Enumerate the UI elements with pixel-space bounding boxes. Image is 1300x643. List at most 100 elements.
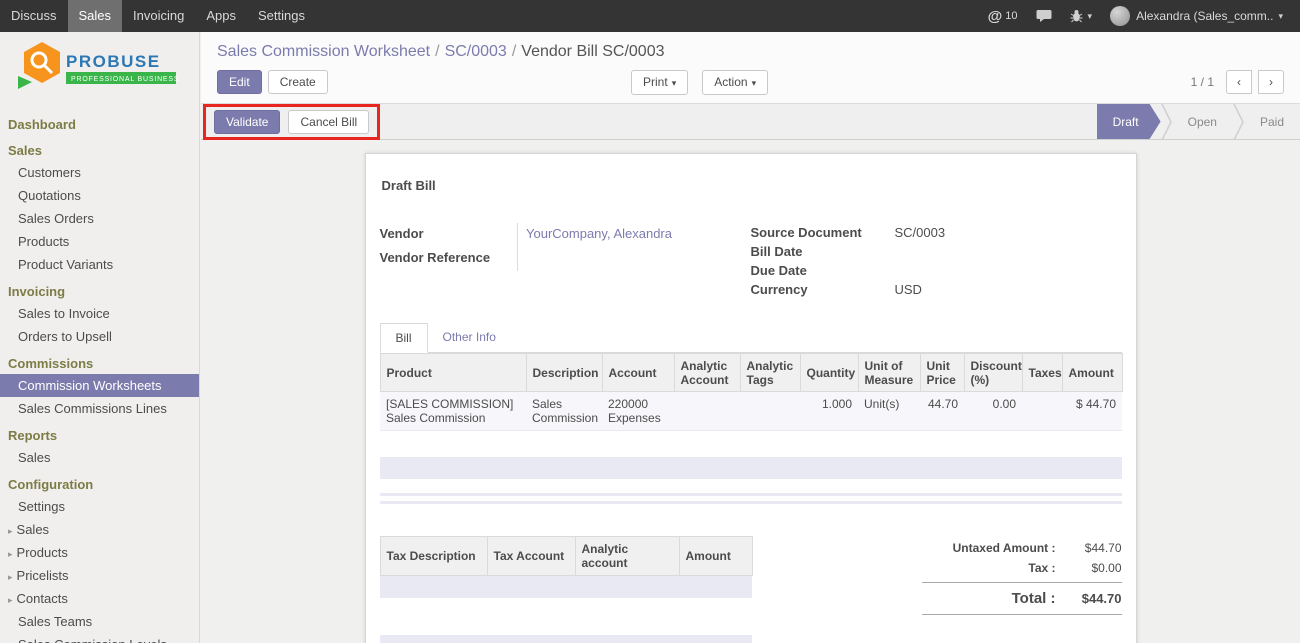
tab-other-info[interactable]: Other Info [428, 323, 511, 352]
sidebar-heading-dashboard[interactable]: Dashboard [0, 109, 199, 135]
totals-divider [922, 614, 1122, 615]
col-unit-of-measure: Unit of Measure [858, 354, 920, 392]
breadcrumb-separator: / [512, 43, 516, 60]
annotation-highlight-box: Validate Cancel Bill [203, 104, 380, 140]
sidebar-item-contacts[interactable]: ▸Contacts [0, 587, 199, 610]
create-button[interactable]: Create [268, 70, 328, 94]
due-date-label: Due Date [751, 261, 895, 280]
pager: 1 / 1 ‹ › [1191, 70, 1284, 94]
cell-unit-price: 44.70 [920, 392, 964, 431]
mention-count: 10 [1005, 10, 1017, 22]
chevron-down-icon: ▾ [1278, 11, 1283, 22]
debug-menu[interactable]: ▾ [1061, 0, 1102, 32]
edit-button[interactable]: Edit [217, 70, 262, 94]
print-dropdown[interactable]: Print ▾ [631, 70, 688, 95]
sidebar-heading-sales[interactable]: Sales [0, 135, 199, 161]
status-draft[interactable]: Draft [1097, 104, 1161, 139]
sidebar-item-sales-teams[interactable]: Sales Teams [0, 610, 199, 633]
col-unit-price: Unit Price [920, 354, 964, 392]
col-quantity: Quantity [800, 354, 858, 392]
currency-label: Currency [751, 280, 895, 299]
sidebar-item-settings[interactable]: Settings [0, 495, 199, 518]
cell-analytic-account [674, 392, 740, 431]
sidebar-item-orders-to-upsell[interactable]: Orders to Upsell [0, 325, 199, 348]
mention-counter[interactable]: @ 10 [979, 0, 1027, 32]
untaxed-amount-value: $44.70 [1056, 541, 1122, 555]
pager-next-button[interactable]: › [1258, 70, 1284, 94]
pager-count: 1 / 1 [1191, 75, 1214, 89]
cell-uom: Unit(s) [858, 392, 920, 431]
breadcrumb-current: Vendor Bill SC/0003 [521, 43, 664, 60]
main-area: Sales Commission Worksheet / SC/0003 / Vendo… [201, 32, 1300, 643]
sidebar-item-quotations[interactable]: Quotations [0, 184, 199, 207]
cancel-bill-button[interactable]: Cancel Bill [288, 110, 369, 134]
chevron-down-icon: ▾ [672, 78, 677, 88]
col-tax-description: Tax Description [380, 537, 487, 576]
nav-menu-sales[interactable]: Sales [68, 0, 123, 32]
chevron-down-icon: ▾ [1088, 11, 1093, 22]
sidebar-heading-invoicing[interactable]: Invoicing [0, 276, 199, 302]
company-logo[interactable]: PROBUSE PROFESSIONAL BUSINESS [0, 32, 199, 109]
tax-label: Tax : [1028, 561, 1055, 575]
sidebar-heading-commissions[interactable]: Commissions [0, 348, 199, 374]
form-view: Draft Bill Vendor YourCompany, Alexandra… [201, 140, 1300, 643]
tax-and-totals: Tax Description Tax Account Analytic acc… [380, 536, 1122, 619]
pager-prev-button[interactable]: ‹ [1226, 70, 1252, 94]
currency-value: USD [895, 280, 1122, 299]
sidebar-item-product-variants[interactable]: Product Variants [0, 253, 199, 276]
status-open[interactable]: Open [1172, 104, 1233, 139]
nav-menu-apps[interactable]: Apps [195, 0, 247, 32]
sidebar-item-commission-worksheets[interactable]: Commission Worksheets [0, 374, 199, 397]
user-menu[interactable]: Alexandra (Sales_comm.. ▾ [1101, 0, 1292, 32]
col-discount: Discount (%) [964, 354, 1022, 392]
tax-table: Tax Description Tax Account Analytic acc… [380, 536, 753, 576]
sidebar-item-config-products[interactable]: ▸Products [0, 541, 199, 564]
status-paid[interactable]: Paid [1244, 104, 1300, 139]
bill-date-value [895, 242, 1122, 261]
vendor-value[interactable]: YourCompany, Alexandra [518, 223, 751, 247]
cell-taxes [1022, 392, 1062, 431]
action-dropdown[interactable]: Action▾ [702, 70, 768, 95]
sidebar-item-customers[interactable]: Customers [0, 161, 199, 184]
messages-icon[interactable] [1027, 0, 1061, 32]
caret-right-icon: ▸ [8, 526, 13, 536]
table-header-row: Product Description Account Analytic Acc… [380, 354, 1122, 392]
sidebar-item-pricelists[interactable]: ▸Pricelists [0, 564, 199, 587]
breadcrumb-separator: / [435, 43, 439, 60]
tax-table-block: Tax Description Tax Account Analytic acc… [380, 536, 752, 598]
sidebar-item-config-sales[interactable]: ▸ Sales [0, 518, 199, 541]
user-name: Alexandra (Sales_comm.. [1136, 9, 1273, 23]
sidebar-item-sales-commission-levels[interactable]: Sales Commission Levels [0, 633, 199, 643]
sidebar-item-label: Sales [17, 522, 50, 537]
nav-menu-discuss[interactable]: Discuss [0, 0, 68, 32]
tab-bill[interactable]: Bill [380, 323, 428, 353]
source-document-label: Source Document [751, 223, 895, 242]
sidebar-heading-configuration[interactable]: Configuration [0, 469, 199, 495]
invoice-lines-table: Product Description Account Analytic Acc… [380, 353, 1123, 431]
nav-menu-invoicing[interactable]: Invoicing [122, 0, 195, 32]
sidebar-item-sales-to-invoice[interactable]: Sales to Invoice [0, 302, 199, 325]
sidebar-item-reports-sales[interactable]: Sales [0, 446, 199, 469]
caret-right-icon: ▸ [8, 549, 13, 559]
topbar-right: @ 10 ▾ Alexandra (Sales_comm.. ▾ [979, 0, 1300, 32]
sidebar-item-sales-orders[interactable]: Sales Orders [0, 207, 199, 230]
table-row[interactable]: [SALES COMMISSION] Sales Commission Sale… [380, 392, 1122, 431]
cell-analytic-tags [740, 392, 800, 431]
chat-bubble-icon [1036, 9, 1052, 23]
breadcrumb-sc0003-link[interactable]: SC/0003 [445, 43, 507, 60]
breadcrumb-worksheet-link[interactable]: Sales Commission Worksheet [217, 43, 430, 60]
nav-menu-settings[interactable]: Settings [247, 0, 316, 32]
validate-button[interactable]: Validate [214, 110, 280, 134]
sidebar-item-products[interactable]: Products [0, 230, 199, 253]
cell-product: [SALES COMMISSION] Sales Commission [380, 392, 526, 431]
print-label: Print [643, 75, 668, 89]
sidebar-heading-reports[interactable]: Reports [0, 420, 199, 446]
chevron-right-icon [1233, 104, 1244, 140]
doc-state-title: Draft Bill [382, 178, 1120, 193]
vendor-reference-value [518, 247, 751, 271]
col-amount: Amount [1062, 354, 1122, 392]
col-product: Product [380, 354, 526, 392]
logo-brand-text: PROBUSE [66, 52, 161, 71]
col-description: Description [526, 354, 602, 392]
sidebar-item-sales-commissions-lines[interactable]: Sales Commissions Lines [0, 397, 199, 420]
